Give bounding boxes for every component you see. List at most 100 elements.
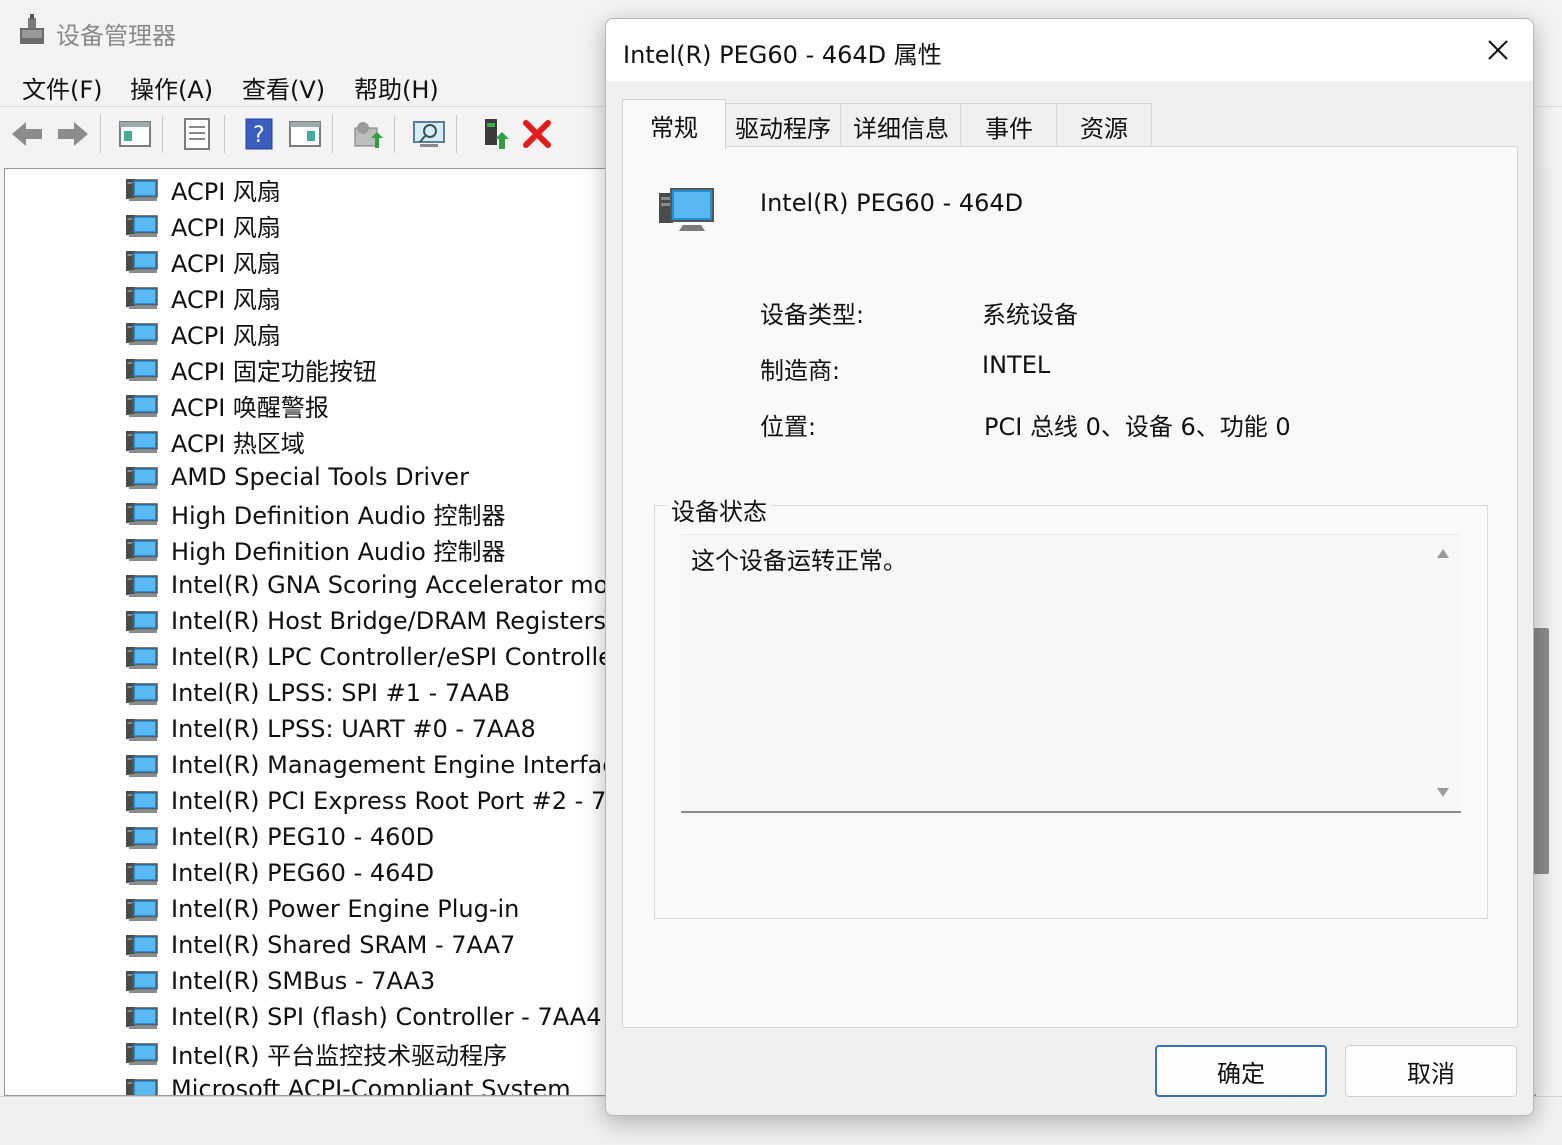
system-device-icon <box>125 175 159 203</box>
tree-item[interactable]: AMD Special Tools Driver <box>125 459 469 495</box>
tree-item[interactable]: ACPI 风扇 <box>125 243 281 279</box>
tree-item[interactable]: ACPI 风扇 <box>125 279 281 315</box>
system-device-icon <box>125 427 159 455</box>
tree-item-label: Intel(R) Host Bridge/DRAM Registers - 4 <box>171 607 646 635</box>
menu-action[interactable]: 操作(A) <box>130 70 213 105</box>
svg-text:?: ? <box>253 123 265 148</box>
tree-item[interactable]: Intel(R) LPSS: UART #0 - 7AA8 <box>125 711 536 747</box>
tree-item-label: ACPI 风扇 <box>171 321 281 350</box>
scan-hardware-icon[interactable] <box>410 115 448 153</box>
tree-item-label: ACPI 风扇 <box>171 177 281 206</box>
device-type-label: 设备类型: <box>760 301 865 329</box>
device-type-value: 系统设备 <box>982 301 1078 329</box>
tree-item[interactable]: Intel(R) LPC Controller/eSPI Controller … <box>125 639 655 675</box>
tab-resources[interactable]: 资源 <box>1056 103 1152 148</box>
update-driver-icon[interactable] <box>348 115 386 153</box>
tree-item[interactable]: Intel(R) GNA Scoring Accelerator module <box>125 567 660 603</box>
help-icon[interactable]: ? <box>240 115 278 153</box>
tree-item-label: ACPI 风扇 <box>171 213 281 242</box>
tree-item[interactable]: Intel(R) 平台监控技术驱动程序 <box>125 1035 507 1071</box>
ok-button[interactable]: 确定 <box>1155 1045 1327 1097</box>
device-status-text: 这个设备运转正常。 <box>691 547 907 575</box>
tree-item[interactable]: Intel(R) SMBus - 7AA3 <box>125 963 435 999</box>
tree-item[interactable]: ACPI 固定功能按钮 <box>125 351 377 387</box>
tree-item-label: Intel(R) LPC Controller/eSPI Controller … <box>171 643 655 671</box>
dialog-titlebar[interactable]: Intel(R) PEG60 - 464D 属性 <box>606 19 1533 81</box>
tree-item-label: Intel(R) PEG10 - 460D <box>171 823 435 851</box>
tab-details[interactable]: 详细信息 <box>840 103 962 148</box>
system-device-icon <box>125 931 159 959</box>
tree-item-label: AMD Special Tools Driver <box>171 463 469 491</box>
system-device-icon <box>125 1039 159 1067</box>
tree-item[interactable]: Intel(R) Power Engine Plug-in <box>125 891 519 927</box>
toolbar-separator <box>100 115 101 153</box>
tree-item[interactable]: Microsoft ACPI-Compliant System <box>125 1071 571 1095</box>
cancel-button[interactable]: 取消 <box>1345 1045 1517 1097</box>
tree-item[interactable]: High Definition Audio 控制器 <box>125 531 505 567</box>
tree-scrollbar-thumb[interactable] <box>1533 628 1549 874</box>
app-title: 设备管理器 <box>56 22 176 50</box>
tree-item-label: Intel(R) Power Engine Plug-in <box>171 895 520 923</box>
menu-view[interactable]: 查看(V) <box>242 70 325 105</box>
menu-file[interactable]: 文件(F) <box>22 70 103 105</box>
tab-events[interactable]: 事件 <box>960 103 1058 148</box>
tab-driver[interactable]: 驱动程序 <box>724 103 842 148</box>
tree-item[interactable]: Intel(R) PCI Express Root Port #2 - 7AB9 <box>125 783 654 819</box>
scroll-up-icon[interactable] <box>1437 549 1449 558</box>
tree-item[interactable]: Intel(R) PEG60 - 464D <box>125 855 434 891</box>
system-device-icon <box>125 355 159 383</box>
tree-item-label: Intel(R) LPSS: UART #0 - 7AA8 <box>171 715 536 743</box>
device-status-textbox[interactable]: 这个设备运转正常。 <box>681 534 1461 813</box>
enable-device-icon[interactable] <box>474 115 512 153</box>
tree-item[interactable]: Intel(R) Management Engine Interface #1 <box>125 747 673 783</box>
forward-icon[interactable] <box>54 115 92 153</box>
tree-item-label: ACPI 风扇 <box>171 249 281 278</box>
toolbar-separator <box>332 115 333 153</box>
system-device-icon <box>125 499 159 527</box>
system-device-icon <box>125 859 159 887</box>
toolbar-separator <box>224 115 225 153</box>
tree-item[interactable]: ACPI 唤醒警报 <box>125 387 329 423</box>
tree-item[interactable]: Intel(R) Host Bridge/DRAM Registers - 4 <box>125 603 645 639</box>
system-device-icon <box>125 787 159 815</box>
location-value: PCI 总线 0、设备 6、功能 0 <box>984 413 1291 441</box>
tab-general[interactable]: 常规 <box>622 99 726 150</box>
properties-pane-icon[interactable] <box>116 115 154 153</box>
toolbar-separator <box>162 115 163 153</box>
manufacturer-value: INTEL <box>982 351 1051 379</box>
close-icon[interactable] <box>1481 33 1515 67</box>
tree-item[interactable]: Intel(R) SPI (flash) Controller - 7AA4 <box>125 999 602 1035</box>
system-device-icon <box>657 185 717 237</box>
tree-item-label: ACPI 热区域 <box>171 429 305 458</box>
tree-item-label: Intel(R) PEG60 - 464D <box>171 859 435 887</box>
device-status-group: 设备状态 这个设备运转正常。 <box>654 492 1488 919</box>
tree-item[interactable]: ACPI 风扇 <box>125 315 281 351</box>
tree-item[interactable]: Intel(R) Shared SRAM - 7AA7 <box>125 927 515 963</box>
tree-item[interactable]: ACPI 风扇 <box>125 207 281 243</box>
tree-item-label: Intel(R) PCI Express Root Port #2 - 7AB9 <box>171 787 655 815</box>
system-device-icon <box>125 895 159 923</box>
device-name: Intel(R) PEG60 - 464D <box>760 189 1024 217</box>
tree-item-label: High Definition Audio 控制器 <box>171 537 506 566</box>
tree-item[interactable]: ACPI 风扇 <box>125 171 281 207</box>
console-icon[interactable] <box>286 115 324 153</box>
scroll-down-icon[interactable] <box>1437 788 1449 797</box>
system-device-icon <box>125 643 159 671</box>
tree-item-label: Intel(R) 平台监控技术驱动程序 <box>171 1041 508 1070</box>
menu-help[interactable]: 帮助(H) <box>354 70 439 105</box>
tree-item[interactable]: ACPI 热区域 <box>125 423 305 459</box>
uninstall-icon[interactable] <box>518 115 556 153</box>
tree-item-label: High Definition Audio 控制器 <box>171 501 506 530</box>
system-device-icon <box>125 391 159 419</box>
location-label: 位置: <box>760 413 817 441</box>
tree-item[interactable]: Intel(R) PEG10 - 460D <box>125 819 434 855</box>
system-device-icon <box>125 967 159 995</box>
tree-item[interactable]: High Definition Audio 控制器 <box>125 495 505 531</box>
properties-icon[interactable] <box>178 115 216 153</box>
device-manager-app-icon <box>18 14 48 48</box>
tree-item-label: ACPI 唤醒警报 <box>171 393 329 422</box>
back-icon[interactable] <box>8 115 46 153</box>
tree-item[interactable]: Intel(R) LPSS: SPI #1 - 7AAB <box>125 675 510 711</box>
system-device-icon <box>125 463 159 491</box>
manufacturer-label: 制造商: <box>760 357 841 385</box>
